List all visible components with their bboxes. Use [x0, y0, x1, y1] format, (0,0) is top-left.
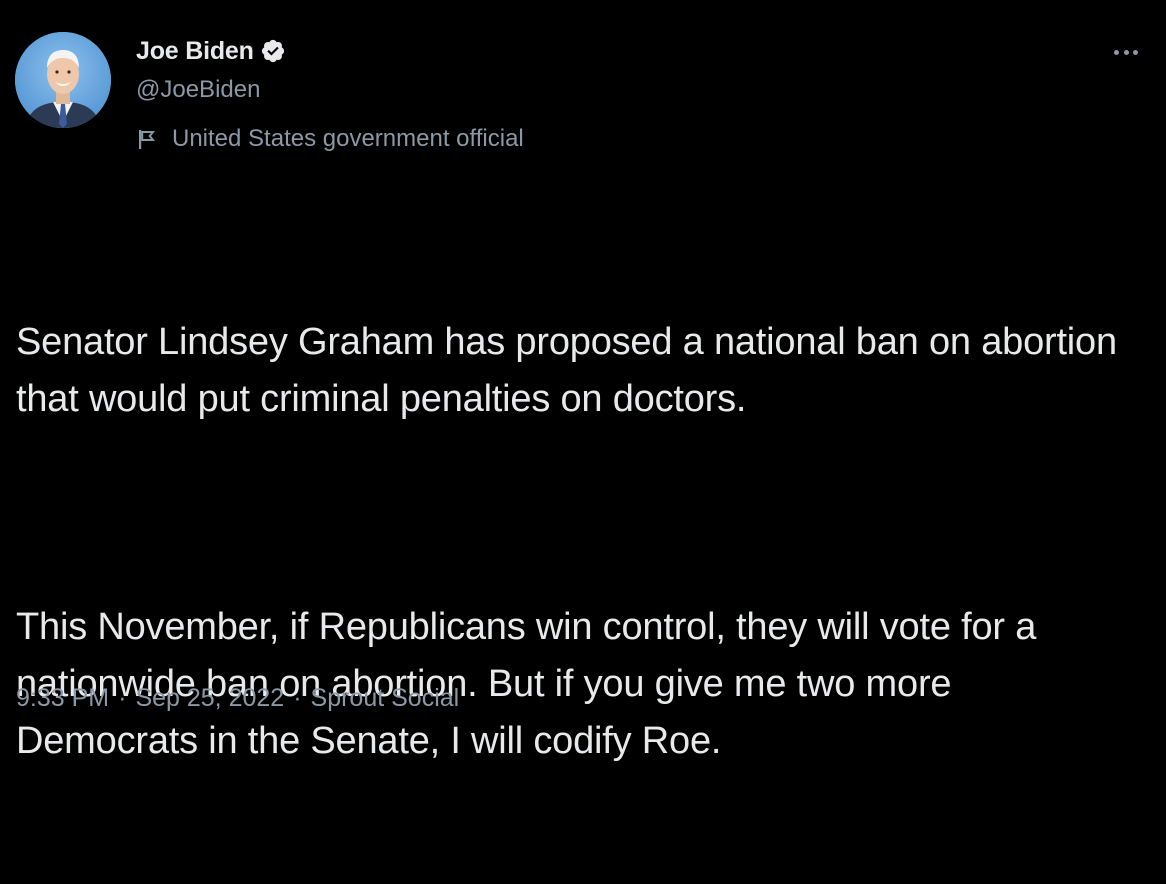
avatar[interactable] — [15, 32, 111, 128]
tweet-paragraph: Senator Lindsey Graham has proposed a na… — [16, 321, 1128, 420]
more-dot — [1114, 49, 1119, 55]
display-name[interactable]: Joe Biden — [136, 37, 254, 66]
affiliation-label-text: United States government official — [172, 125, 524, 152]
more-dot — [1123, 49, 1129, 55]
affiliation-label[interactable]: United States government official — [136, 123, 524, 155]
tweet-card: Joe Biden @JoeBiden United States govern… — [0, 0, 1166, 762]
flag-icon — [136, 127, 160, 151]
tweet-time[interactable]: 9:33 PM — [16, 684, 109, 713]
meta-separator: · — [118, 683, 127, 712]
more-dot — [1133, 49, 1138, 55]
handle[interactable]: @JoeBiden — [136, 76, 260, 104]
tweet-source[interactable]: Sprout Social — [311, 684, 460, 713]
tweet-meta: 9:33 PM · Sep 25, 2022 · Sprout Social — [16, 680, 459, 716]
avatar-image — [15, 32, 111, 128]
meta-separator: · — [293, 683, 302, 712]
tweet-date[interactable]: Sep 25, 2022 — [135, 684, 284, 713]
tweet-text: Senator Lindsey Graham has proposed a na… — [16, 200, 1136, 884]
more-options-icon[interactable] — [1108, 40, 1144, 64]
verified-badge-icon — [260, 38, 286, 64]
display-name-row: Joe Biden — [136, 34, 286, 68]
